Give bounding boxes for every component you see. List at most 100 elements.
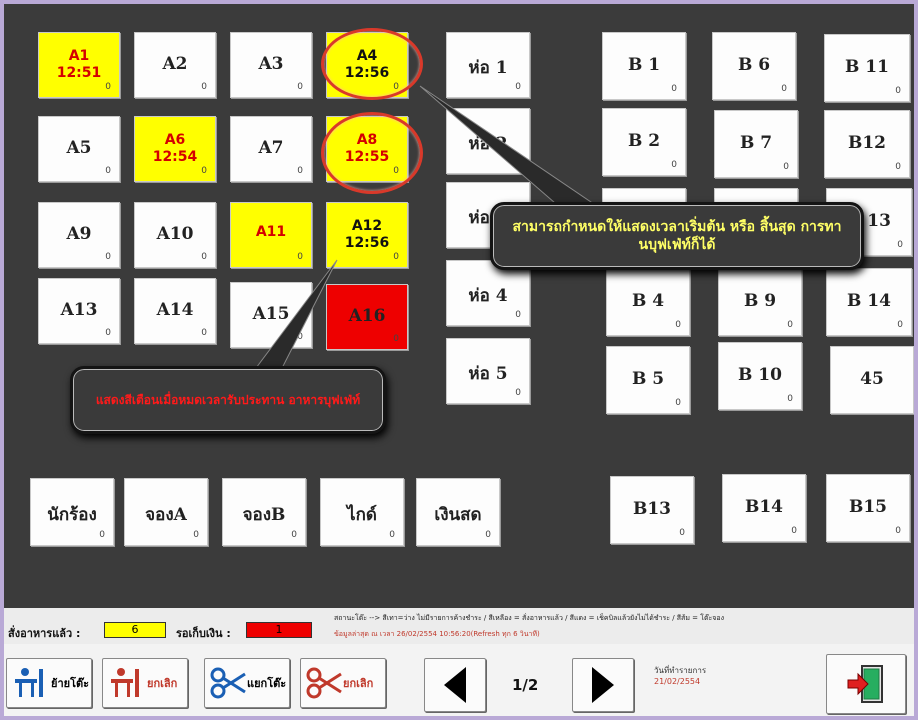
table-a-tile[interactable]: A11 0 [230,202,312,268]
item-count: 0 [105,82,111,92]
transaction-date-value: 21/02/2554 [654,677,701,686]
table-name: ไกด์ [347,505,377,525]
table-b-tile[interactable]: 45 [830,346,914,414]
callout-time-text: สามารถกำหนดให้แสดงเวลาเริ่มต้น หรือ สิ้น… [512,219,842,253]
cancel-order-button[interactable]: ยกเลิก [102,658,188,708]
table-name: B 2 [627,131,661,151]
table-b-tile[interactable]: B 1 0 [602,32,686,100]
awaiting-label: รอเก็บเงิน : [176,627,231,640]
table-a-tile[interactable]: A7 0 [230,116,312,182]
table-name: B 11 [845,57,889,77]
table-b-tile[interactable]: B12 0 [824,110,910,178]
item-count: 0 [193,530,199,540]
next-page-button[interactable] [572,658,634,712]
item-count: 0 [201,328,207,338]
table-name-text: A1 [68,48,90,64]
split-table-button[interactable]: แยกโต๊ะ [204,658,290,708]
item-count: 0 [297,332,303,342]
table-b-tile[interactable]: B 11 0 [824,34,910,102]
scissors-red-icon [306,667,342,699]
item-count: 0 [515,82,521,92]
table-b-tile[interactable]: B 10 0 [718,342,802,410]
table-name: B 10 [738,365,782,385]
table-a-tile[interactable]: A6 12:54 0 [134,116,216,182]
exit-button[interactable] [826,654,906,714]
arrow-right-icon [592,667,614,703]
room-tile[interactable]: ห่อ 5 0 [446,338,530,404]
table-name: ห่อ 5 [468,364,508,384]
table-a-tile[interactable]: A15 0 [230,282,312,348]
room-tile[interactable]: ห่อ 2 0 [446,108,530,174]
table-name: A9 [66,224,92,244]
item-count: 0 [297,82,303,92]
ordered-count-badge: 6 [104,622,166,638]
table-name: B 7 [739,133,773,153]
awaiting-count-badge: 1 [246,622,312,638]
table-name: A11 [255,224,287,240]
table-b-second-tile[interactable]: B13 0 [610,476,694,544]
item-count: 0 [105,252,111,262]
table-a-tile[interactable]: A12 12:56 0 [326,202,408,268]
table-a-tile[interactable]: A2 0 [134,32,216,98]
item-count: 0 [787,320,793,330]
table-a-tile[interactable]: A10 0 [134,202,216,268]
arrow-left-icon [444,667,466,703]
item-count: 0 [679,528,685,538]
item-count: 0 [515,158,521,168]
item-count: 0 [201,166,207,176]
table-name: B 1 [627,55,661,75]
table-a-tile[interactable]: A1 12:51 0 [38,32,120,98]
table-a-tile[interactable]: A16 0 [326,284,408,350]
item-count: 0 [897,320,903,330]
previous-page-button[interactable] [424,658,486,712]
table-name: A14 [156,300,194,320]
item-count: 0 [675,320,681,330]
table-name: จองB [242,505,286,525]
ordered-label: สั่งอาหารแล้ว : [8,627,81,640]
table-name: B 4 [631,291,665,311]
table-b-tile[interactable]: B 2 0 [602,108,686,176]
table-b-second-tile[interactable]: B15 0 [826,474,910,542]
table-a-tile[interactable]: A9 0 [38,202,120,268]
table-b-tile[interactable]: B 9 0 [718,268,802,336]
special-tile[interactable]: เงินสด 0 [416,478,500,546]
table-a-tile[interactable]: A5 0 [38,116,120,182]
table-b-tile[interactable]: B 14 0 [826,268,912,336]
item-count: 0 [895,526,901,536]
table-name: A5 [66,138,92,158]
table-name: A7 [258,138,284,158]
table-b-second-tile[interactable]: B14 0 [722,474,806,542]
special-tile[interactable]: นักร้อง 0 [30,478,114,546]
cancel-split-label: ยกเลิก [343,677,374,690]
status-bar: สั่งอาหารแล้ว : 6 รอเก็บเงิน : 1 สถานะโต… [4,608,914,644]
table-name: A6 12:54 [135,132,215,166]
bottom-toolbar: ย้ายโต๊ะ ยกเลิก แยกโต๊ะ ยกเลิก 1/2 วันที… [4,644,914,716]
highlight-circle-a4 [321,28,423,100]
item-count: 0 [515,310,521,320]
item-count: 0 [393,252,399,262]
move-table-button[interactable]: ย้ายโต๊ะ [6,658,92,708]
scissors-icon [210,667,246,699]
item-count: 0 [99,530,105,540]
item-count: 0 [783,162,789,172]
special-tile[interactable]: ไกด์ 0 [320,478,404,546]
item-count: 0 [787,394,793,404]
status-legend: สถานะโต๊ะ --> สีเทา=ว่าง ไม่มีรายการค้าง… [334,614,725,622]
table-name: B 14 [847,291,891,311]
table-name: A2 [162,54,188,74]
special-tile[interactable]: จองB 0 [222,478,306,546]
cancel-split-button[interactable]: ยกเลิก [300,658,386,708]
item-count: 0 [201,82,207,92]
table-b-tile[interactable]: B 6 0 [712,32,796,100]
table-b-tile[interactable]: B 7 0 [714,110,798,178]
table-name: ห่อ 4 [468,286,508,306]
table-a-tile[interactable]: A13 0 [38,278,120,344]
table-name: A15 [252,304,290,324]
table-a-tile[interactable]: A14 0 [134,278,216,344]
special-tile[interactable]: จองA 0 [124,478,208,546]
item-count: 0 [201,252,207,262]
table-a-tile[interactable]: A3 0 [230,32,312,98]
table-b-tile[interactable]: B 5 0 [606,346,690,414]
room-tile[interactable]: ห่อ 1 0 [446,32,530,98]
table-b-tile[interactable]: B 4 0 [606,268,690,336]
